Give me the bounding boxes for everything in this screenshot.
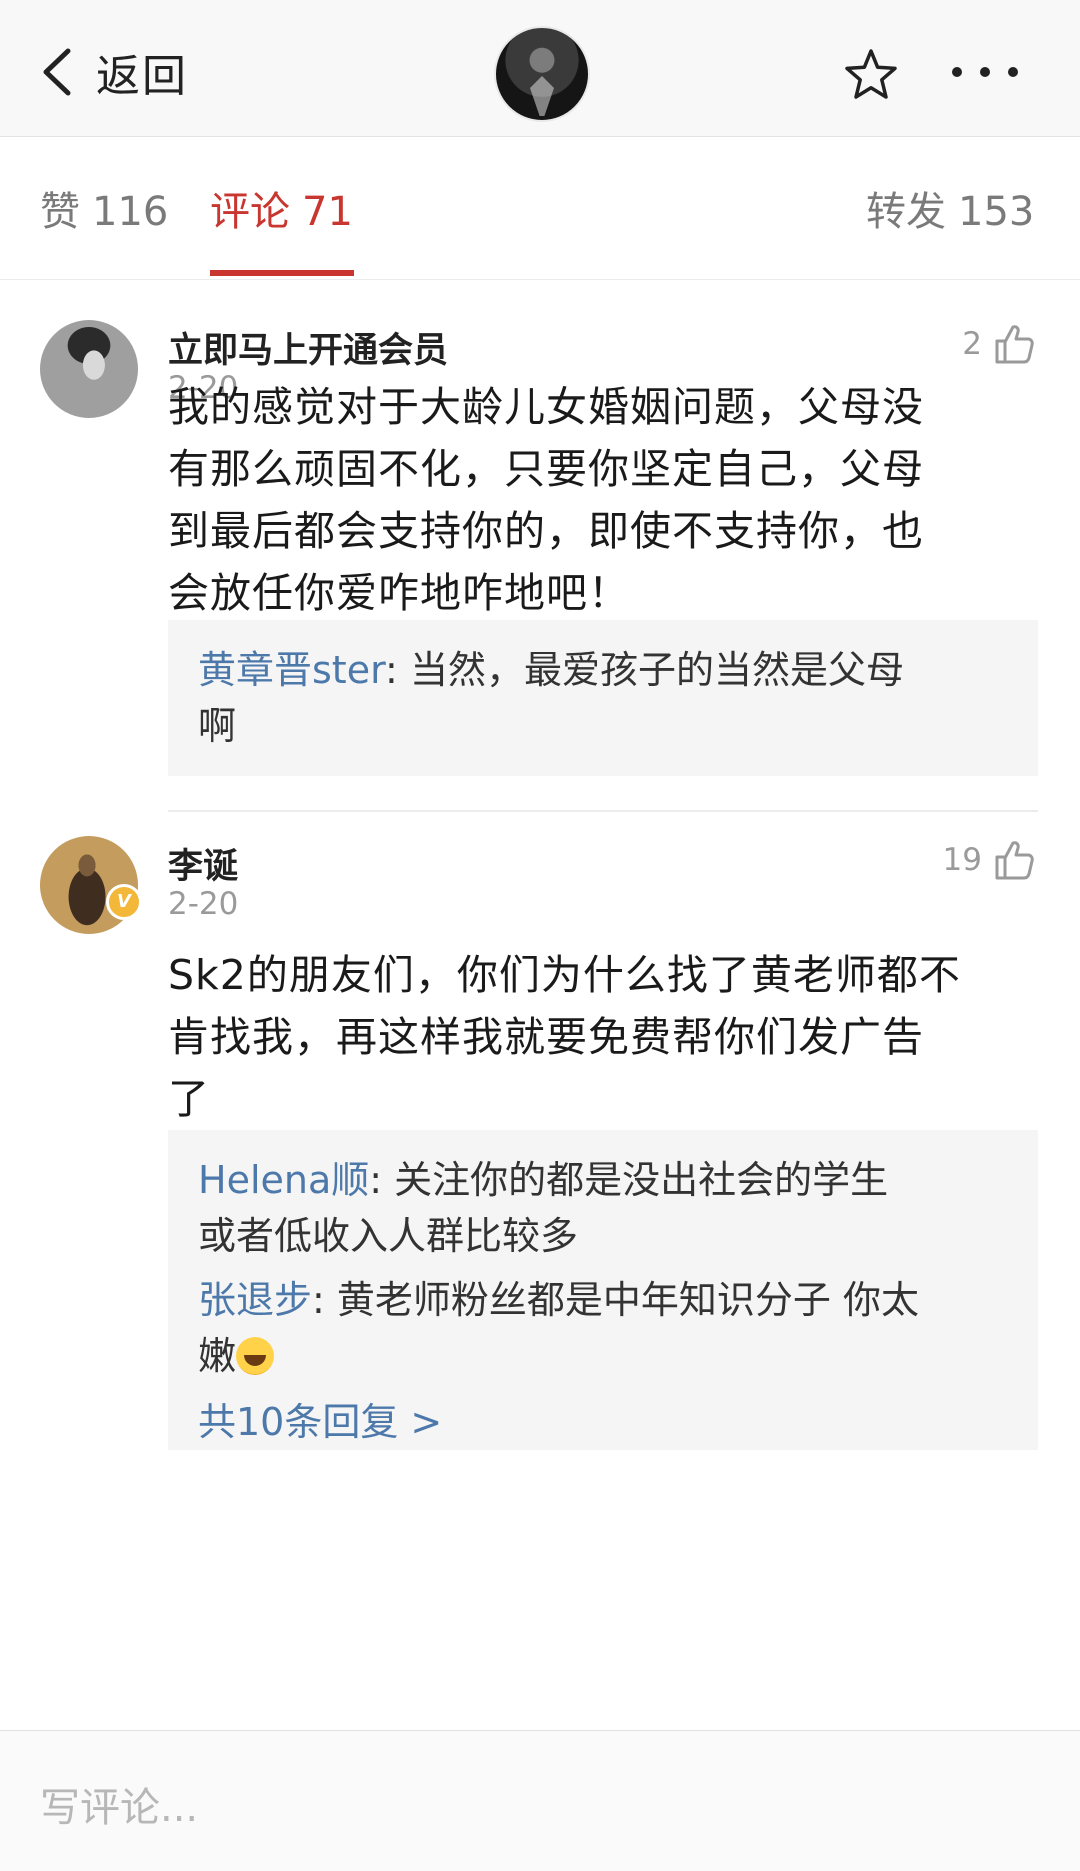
comment-line: 我的感觉对于大龄儿女婚姻问题，父母没 bbox=[168, 383, 924, 431]
more-dot bbox=[1008, 67, 1018, 77]
back-label: 返回 bbox=[96, 51, 188, 102]
like-button[interactable]: 2 bbox=[962, 320, 1034, 368]
comment-text: Sk2的朋友们，你们为什么找了黄老师都不 肯找我，再这样我就要免费帮你们发广告 … bbox=[168, 944, 1038, 1130]
reply-text: 当然，最爱孩子的当然是父母 bbox=[409, 648, 904, 692]
interaction-tabs: 赞 116 评论 71 转发 153 bbox=[0, 137, 1080, 280]
like-button[interactable]: 19 bbox=[943, 836, 1034, 884]
tab-label: 评论 bbox=[210, 189, 290, 235]
more-dot bbox=[952, 67, 962, 77]
thumbs-up-icon bbox=[995, 841, 1034, 880]
reply-item[interactable]: 黄章晋ster: 当然，最爱孩子的当然是父母 啊 bbox=[198, 642, 1008, 754]
view-all-replies-link[interactable]: 共10条回复 > bbox=[198, 1394, 442, 1450]
reply-username[interactable]: Helena顺 bbox=[198, 1158, 369, 1202]
comment-line: Sk2的朋友们，你们为什么找了黄老师都不 bbox=[168, 951, 961, 999]
like-count: 2 bbox=[962, 326, 982, 362]
comment-username[interactable]: 李诞 bbox=[168, 838, 238, 889]
more-dot bbox=[980, 67, 990, 77]
reply-username[interactable]: 张退步 bbox=[198, 1278, 312, 1322]
reply-text: 黄老师粉丝都是中年知识分子 你太 bbox=[336, 1278, 919, 1322]
bottom-compose-bar: 写评论... bbox=[0, 1730, 1080, 1871]
tab-count: 71 bbox=[302, 189, 353, 235]
thumbs-up-icon bbox=[995, 325, 1034, 364]
top-nav-bar: 返回 bbox=[0, 0, 1080, 137]
comment-line: 了 bbox=[168, 1075, 210, 1123]
comment-date: 2-20 bbox=[168, 886, 239, 922]
reply-text: 嫩 bbox=[198, 1334, 237, 1378]
comment-line: 会放任你爱咋地咋地吧！ bbox=[168, 569, 630, 617]
back-button[interactable]: 返回 bbox=[40, 40, 188, 104]
comment-username[interactable]: 立即马上开通会员 bbox=[168, 322, 448, 373]
weibo-comments-screen: 返回 赞 116 评论 71 转发 153 立即马上开通会员 2-20 2 我的… bbox=[0, 0, 1080, 1871]
more-icon[interactable] bbox=[952, 60, 1018, 84]
comment-line: 肯找我，再这样我就要免费帮你们发广告 bbox=[168, 1013, 924, 1061]
tab-count: 116 bbox=[92, 189, 169, 235]
tab-comments[interactable]: 评论 71 bbox=[210, 179, 353, 237]
verified-badge: V bbox=[106, 884, 142, 920]
author-avatar[interactable] bbox=[494, 26, 590, 122]
reply-box: 黄章晋ster: 当然，最爱孩子的当然是父母 啊 bbox=[168, 620, 1038, 776]
chevron-left-icon bbox=[43, 48, 71, 96]
avatar[interactable] bbox=[40, 320, 138, 418]
active-tab-indicator bbox=[210, 270, 354, 276]
reply-text: 关注你的都是没出社会的学生 bbox=[394, 1158, 889, 1202]
comment-list: 立即马上开通会员 2-20 2 我的感觉对于大龄儿女婚姻问题，父母没 有那么顽固… bbox=[0, 280, 1080, 1730]
comment-line: 到最后都会支持你的，即使不支持你，也 bbox=[168, 507, 924, 555]
tab-label: 转发 bbox=[866, 189, 946, 235]
reply-username[interactable]: 黄章晋ster bbox=[198, 648, 385, 692]
comment-divider bbox=[168, 810, 1038, 812]
reply-text: 或者低收入人群比较多 bbox=[198, 1214, 579, 1258]
comment-text: 我的感觉对于大龄儿女婚姻问题，父母没 有那么顽固不化，只要你坚定自己，父母 到最… bbox=[168, 376, 1038, 624]
comment-line: 有那么顽固不化，只要你坚定自己，父母 bbox=[168, 445, 924, 493]
reply-item[interactable]: Helena顺: 关注你的都是没出社会的学生 或者低收入人群比较多 bbox=[198, 1152, 1008, 1264]
tab-likes[interactable]: 赞 116 bbox=[40, 179, 168, 237]
tab-count: 153 bbox=[958, 189, 1035, 235]
tab-reposts[interactable]: 转发 153 bbox=[866, 179, 1034, 237]
tab-label: 赞 bbox=[40, 189, 80, 235]
reply-text: 啊 bbox=[198, 704, 237, 748]
reply-box: Helena顺: 关注你的都是没出社会的学生 或者低收入人群比较多 张退步: 黄… bbox=[168, 1130, 1038, 1450]
star-icon[interactable] bbox=[844, 48, 898, 100]
laughing-tears-emoji-icon bbox=[236, 1337, 275, 1375]
like-count: 19 bbox=[942, 842, 982, 878]
comment-input[interactable]: 写评论... bbox=[40, 1775, 198, 1833]
reply-item[interactable]: 张退步: 黄老师粉丝都是中年知识分子 你太 嫩 bbox=[198, 1272, 1008, 1384]
